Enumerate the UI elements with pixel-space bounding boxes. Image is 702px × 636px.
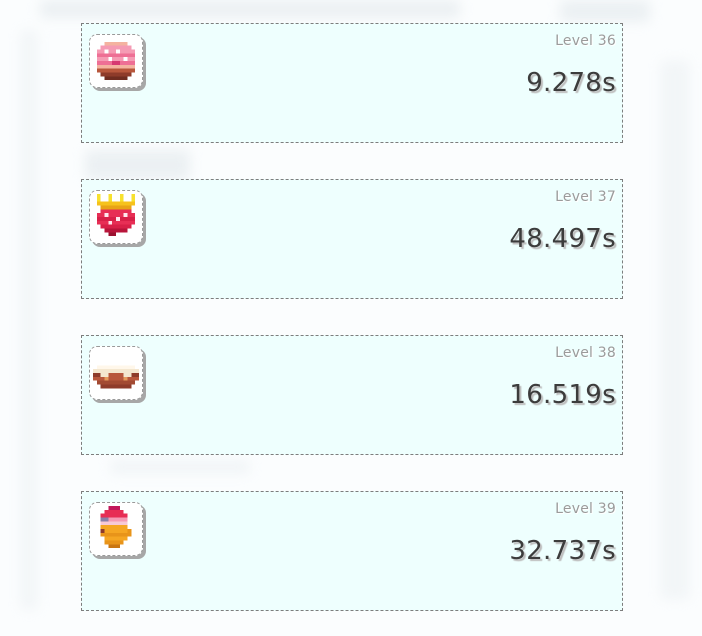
level-label: Level 38 bbox=[555, 345, 616, 361]
level-card-36[interactable]: Level 36 9.278s bbox=[81, 23, 623, 143]
level-icon-tile bbox=[89, 34, 143, 88]
level-card-39[interactable]: Level 39 32.737s bbox=[81, 491, 623, 611]
completion-time: 9.278s bbox=[526, 68, 616, 98]
crowned-strawberry-icon bbox=[96, 194, 136, 237]
level-label: Level 37 bbox=[555, 189, 616, 205]
level-label: Level 36 bbox=[555, 33, 616, 49]
level-label: Level 39 bbox=[555, 501, 616, 517]
completion-time: 16.519s bbox=[509, 380, 616, 410]
sundae-cup-icon bbox=[100, 506, 132, 549]
completion-time: 32.737s bbox=[509, 536, 616, 566]
cream-pie-icon bbox=[93, 365, 139, 389]
completion-time: 48.497s bbox=[509, 224, 616, 254]
level-card-37[interactable]: Level 37 48.497s bbox=[81, 179, 623, 299]
level-icon-tile bbox=[89, 346, 143, 400]
pink-donut-icon bbox=[96, 41, 136, 81]
level-icon-tile bbox=[89, 502, 143, 556]
level-icon-tile bbox=[89, 190, 143, 244]
level-card-38[interactable]: Level 38 16.519s bbox=[81, 335, 623, 455]
